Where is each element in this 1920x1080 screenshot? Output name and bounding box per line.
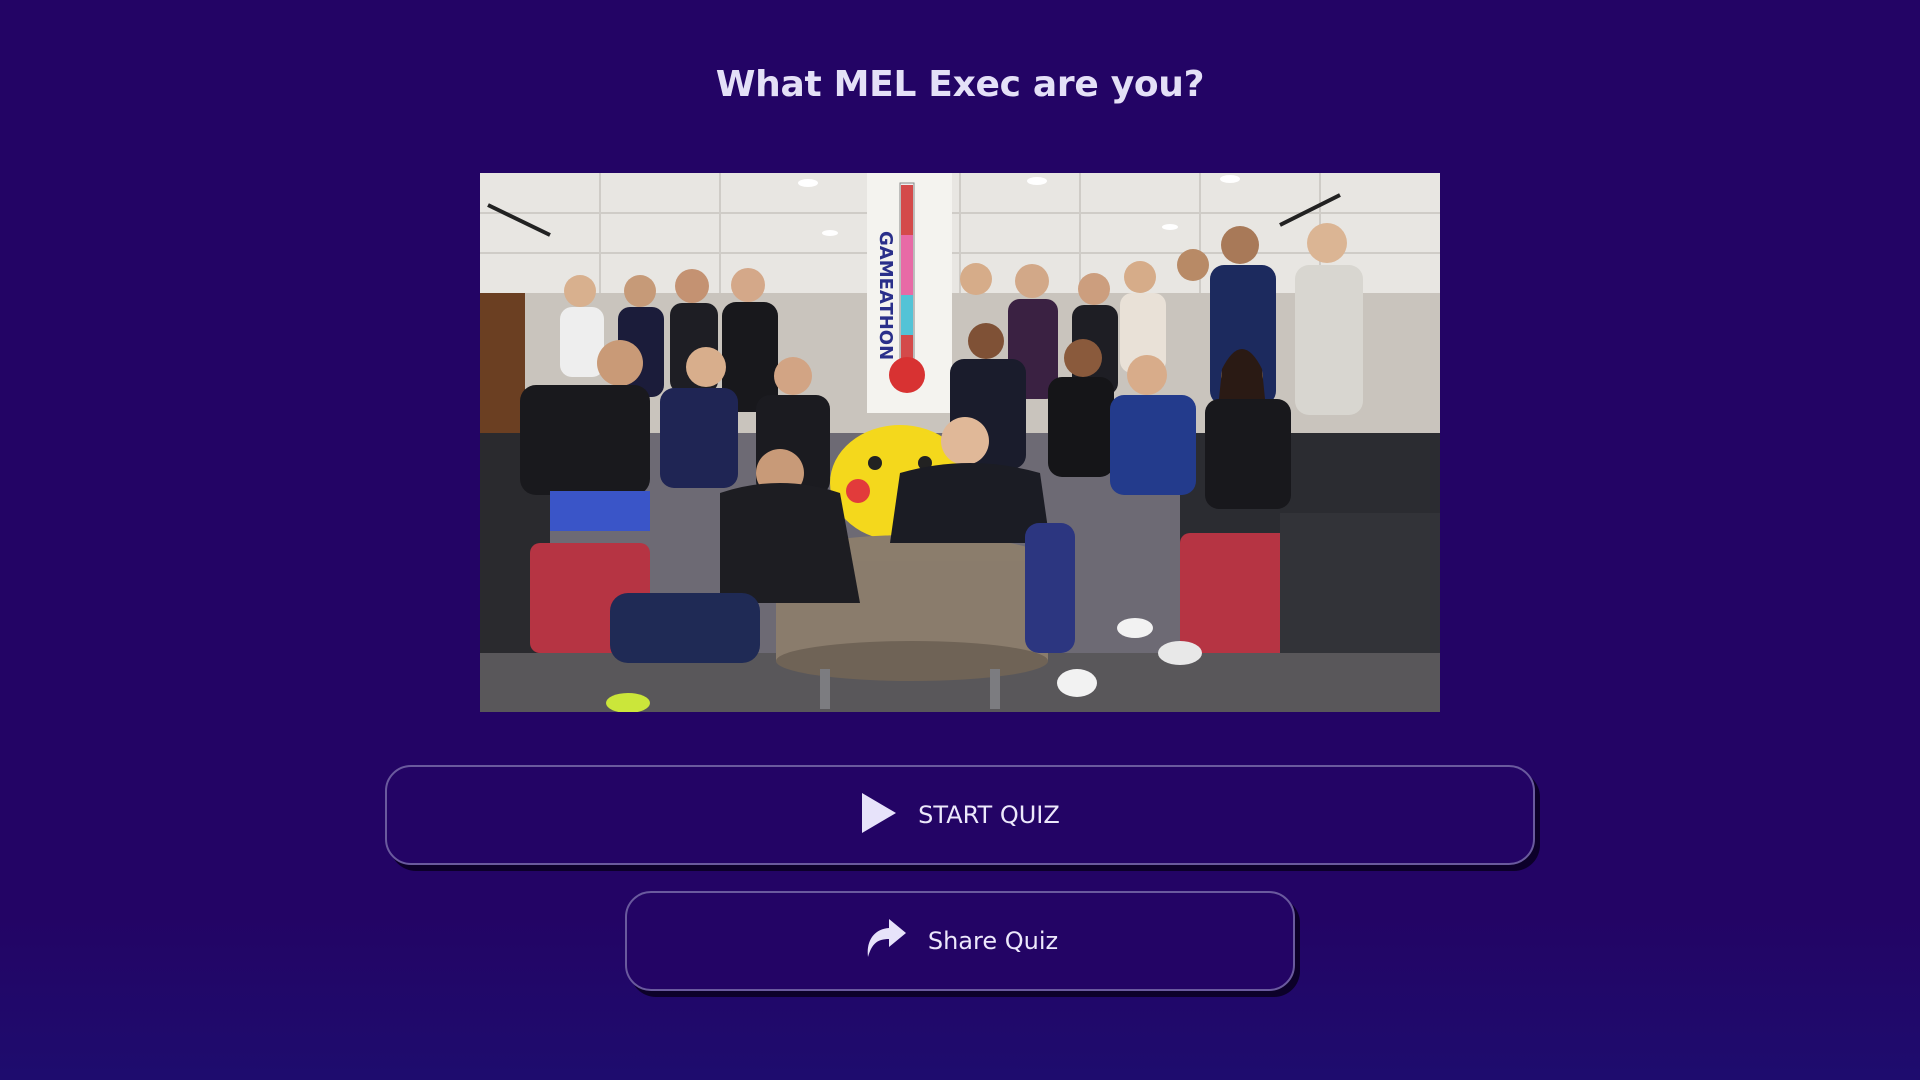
share-quiz-button[interactable]: Share Quiz: [625, 891, 1295, 991]
share-arrow-icon: [862, 917, 908, 965]
group-photo: GAMEATHON: [480, 173, 1440, 712]
play-icon: [860, 791, 898, 839]
banner-text: GAMEATHON: [875, 231, 896, 360]
start-quiz-button[interactable]: START QUIZ: [385, 765, 1535, 865]
group-photo-illustration: GAMEATHON: [480, 173, 1440, 712]
share-quiz-label: Share Quiz: [927, 927, 1059, 955]
page-title: What MEL Exec are you?: [715, 64, 1205, 105]
start-quiz-label: START QUIZ: [918, 801, 1060, 829]
